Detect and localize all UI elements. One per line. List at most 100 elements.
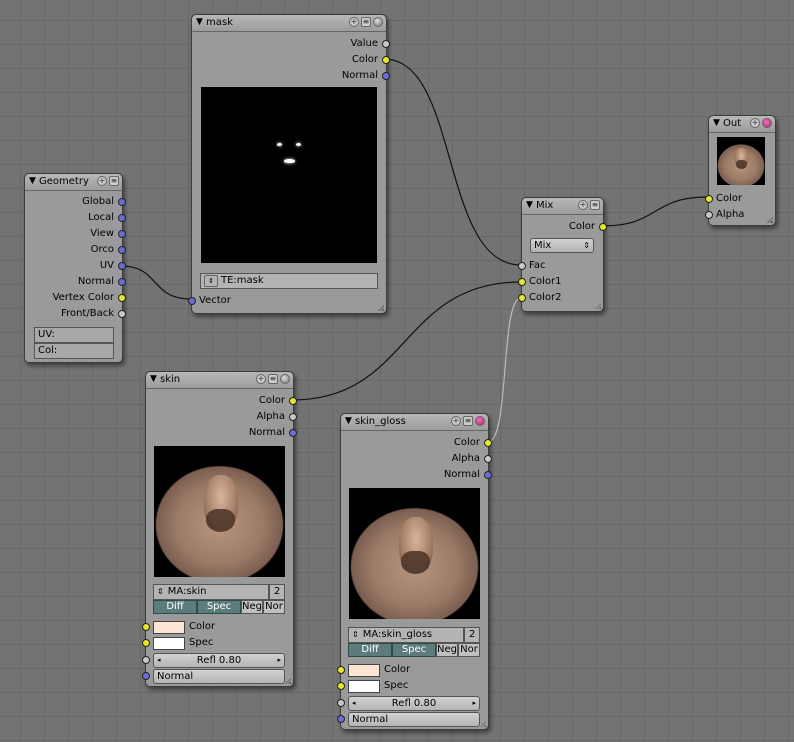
collapse-triangle-icon[interactable]: ▼: [29, 176, 36, 186]
color-swatch[interactable]: [348, 664, 380, 677]
plus-icon[interactable]: +: [256, 374, 266, 384]
output-socket-global[interactable]: [118, 198, 126, 206]
material-users-count[interactable]: 2: [269, 584, 285, 600]
preview-sphere-icon[interactable]: [373, 17, 383, 27]
spec-swatch[interactable]: [153, 637, 185, 650]
output-node[interactable]: ▼ Out + Color Alpha: [705, 115, 776, 226]
input-socket-color[interactable]: [337, 666, 345, 674]
color-swatch[interactable]: [153, 621, 185, 634]
toggle-diff[interactable]: Diff: [348, 643, 392, 657]
arrow-left-icon[interactable]: ◂: [157, 654, 161, 667]
output-socket-value[interactable]: [382, 40, 390, 48]
mix-node-header[interactable]: ▼ Mix + ≡: [522, 198, 603, 215]
resize-handle[interactable]: [480, 721, 486, 727]
normal-field[interactable]: Normal: [348, 712, 480, 727]
material-select[interactable]: ⇕ MA:skin_gloss: [348, 627, 464, 643]
collapse-triangle-icon[interactable]: ▼: [713, 118, 720, 128]
output-socket-normal[interactable]: [484, 471, 492, 479]
geometry-node[interactable]: ▼ Geometry + ≡ Global Local View Orco UV…: [24, 173, 126, 363]
toggle-nor[interactable]: Nor: [263, 600, 285, 614]
arrow-right-icon[interactable]: ▸: [277, 654, 281, 667]
toggle-nor[interactable]: Nor: [458, 643, 480, 657]
mask-node-header[interactable]: ▼ mask + ≡: [192, 15, 386, 32]
plus-icon[interactable]: +: [97, 176, 107, 186]
output-label-vertex-color: Vertex Color: [52, 292, 114, 303]
output-socket-front-back[interactable]: [118, 310, 126, 318]
mask-node[interactable]: ▼ mask + ≡ Value Color Normal ⇕ TE:mask V…: [188, 14, 390, 314]
plus-icon[interactable]: +: [578, 200, 588, 210]
preview-sphere-icon[interactable]: [280, 374, 290, 384]
refl-slider[interactable]: ◂ Refl 0.80 ▸: [153, 653, 285, 668]
plus-icon[interactable]: +: [349, 17, 359, 27]
output-socket-orco[interactable]: [118, 246, 126, 254]
input-socket-vector[interactable]: [188, 297, 196, 305]
resize-handle[interactable]: [595, 303, 601, 309]
menu-icon[interactable]: ≡: [590, 200, 600, 210]
input-socket-color[interactable]: [142, 623, 150, 631]
output-socket-normal[interactable]: [382, 72, 390, 80]
resize-handle[interactable]: [378, 305, 384, 311]
plus-icon[interactable]: +: [451, 416, 461, 426]
output-socket-color[interactable]: [599, 223, 607, 231]
collapse-triangle-icon[interactable]: ▼: [196, 17, 203, 27]
preview-sphere-icon[interactable]: [475, 416, 485, 426]
refl-slider[interactable]: ◂ Refl 0.80 ▸: [348, 696, 480, 711]
skin-gloss-material-node[interactable]: ▼ skin_gloss + ≡ Color Alpha Normal ⇕ MA:…: [337, 413, 492, 730]
input-socket-fac[interactable]: [518, 262, 526, 270]
output-socket-normal[interactable]: [118, 278, 126, 286]
input-socket-color[interactable]: [705, 195, 713, 203]
normal-field[interactable]: Normal: [153, 669, 285, 684]
output-socket-alpha[interactable]: [484, 455, 492, 463]
material-users-count[interactable]: 2: [464, 627, 480, 643]
output-socket-view[interactable]: [118, 230, 126, 238]
collapse-triangle-icon[interactable]: ▼: [345, 416, 352, 426]
material-select[interactable]: ⇕ MA:skin: [153, 584, 269, 600]
input-socket-spec[interactable]: [142, 639, 150, 647]
skin-node-header[interactable]: ▼ skin + ≡: [146, 372, 293, 389]
output-socket-uv[interactable]: [118, 262, 126, 270]
uv-layer-field[interactable]: UV:: [34, 327, 114, 343]
collapse-triangle-icon[interactable]: ▼: [150, 374, 157, 384]
resize-handle[interactable]: [767, 217, 773, 223]
texture-select[interactable]: ⇕ TE:mask: [200, 273, 378, 289]
toggle-diff[interactable]: Diff: [153, 600, 197, 614]
menu-icon[interactable]: ≡: [109, 176, 119, 186]
resize-handle[interactable]: [285, 678, 291, 684]
color-layer-field[interactable]: Col:: [34, 343, 114, 359]
input-socket-color1[interactable]: [518, 278, 526, 286]
input-socket-color2[interactable]: [518, 294, 526, 302]
input-socket-refl[interactable]: [142, 656, 150, 664]
output-socket-alpha[interactable]: [289, 413, 297, 421]
blend-mode-select[interactable]: Mix ⇕: [530, 238, 594, 253]
skin-gloss-node-header[interactable]: ▼ skin_gloss + ≡: [341, 414, 488, 431]
mix-node[interactable]: ▼ Mix + ≡ Color Mix ⇕ Fac Color1 Color2: [518, 197, 607, 312]
input-socket-refl[interactable]: [337, 699, 345, 707]
toggle-spec[interactable]: Spec: [197, 600, 241, 614]
skin-material-node[interactable]: ▼ skin + ≡ Color Alpha Normal ⇕ MA:skin 2…: [142, 371, 297, 687]
menu-icon[interactable]: ≡: [463, 416, 473, 426]
output-label-color: Color: [258, 395, 285, 406]
menu-icon[interactable]: ≡: [361, 17, 371, 27]
input-socket-spec[interactable]: [337, 682, 345, 690]
output-socket-normal[interactable]: [289, 429, 297, 437]
output-socket-color[interactable]: [382, 56, 390, 64]
toggle-neg[interactable]: Neg: [436, 643, 458, 657]
spec-swatch[interactable]: [348, 680, 380, 693]
geometry-node-header[interactable]: ▼ Geometry + ≡: [25, 174, 122, 191]
toggle-neg[interactable]: Neg: [241, 600, 263, 614]
output-socket-color[interactable]: [289, 397, 297, 405]
input-socket-alpha[interactable]: [705, 211, 713, 219]
input-socket-normal[interactable]: [142, 672, 150, 680]
arrow-right-icon[interactable]: ▸: [472, 697, 476, 710]
arrow-left-icon[interactable]: ◂: [352, 697, 356, 710]
input-socket-normal[interactable]: [337, 715, 345, 723]
output-socket-local[interactable]: [118, 214, 126, 222]
output-node-header[interactable]: ▼ Out +: [709, 116, 775, 133]
collapse-triangle-icon[interactable]: ▼: [526, 200, 533, 210]
output-socket-vertex-color[interactable]: [118, 294, 126, 302]
toggle-spec[interactable]: Spec: [392, 643, 436, 657]
preview-sphere-icon[interactable]: [762, 118, 772, 128]
output-socket-color[interactable]: [484, 439, 492, 447]
plus-icon[interactable]: +: [750, 118, 760, 128]
menu-icon[interactable]: ≡: [268, 374, 278, 384]
